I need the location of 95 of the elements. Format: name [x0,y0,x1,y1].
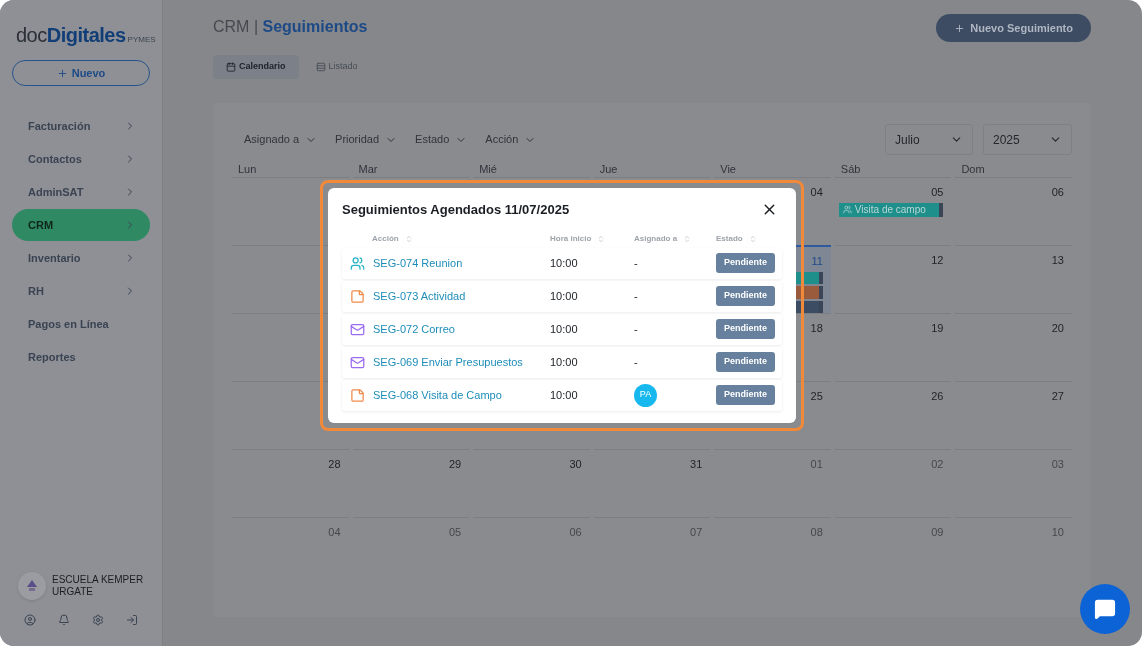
chat-icon [1094,598,1116,620]
plus-icon [56,67,68,79]
column-header[interactable]: Asignado a [634,232,678,245]
day-number[interactable]: 29 [448,456,462,473]
time-cell-text: 10:00 [550,387,579,403]
status-badge: Pendiente [716,286,775,306]
weekday-label: Sáb [839,162,862,177]
note-icon [350,387,365,403]
day-number[interactable]: 04 [810,184,823,201]
weekday-label: Lun [237,162,258,177]
sidebar-item[interactable]: RH [12,275,150,307]
people-icon [350,255,365,271]
status-badge: Pendiente [716,385,775,405]
weekday-label: Dom [960,162,986,177]
plus-icon [954,22,966,34]
filter-dropdown[interactable]: Prioridad [335,131,398,148]
column-header[interactable]: Acción [372,232,399,245]
day-number[interactable]: 04 [328,524,341,541]
rows-icon [315,62,326,72]
assignee-cell-text: - [634,255,638,271]
time-cell-text: 10:00 [550,288,579,304]
day-number[interactable]: 02 [931,456,944,473]
assignee-cell-text: - [634,354,638,370]
sidebar-item[interactable]: Reportes [12,341,150,373]
bell-icon[interactable] [58,614,70,626]
assignee-avatar: PA [634,383,657,407]
calendar-icon [226,62,236,72]
weekday-label: Jue [598,162,619,177]
status-badge: Pendiente [716,253,775,273]
day-number[interactable]: 12 [931,252,944,269]
day-number[interactable]: 13 [1051,252,1064,269]
day-number[interactable]: 25 [810,388,823,405]
day-number[interactable]: 08 [810,524,823,541]
sidebar-item[interactable]: Pagos en Línea [12,308,150,340]
day-number[interactable]: 18 [810,320,823,337]
day-number[interactable]: 20 [1051,320,1064,337]
day-number[interactable]: 31 [690,456,703,473]
sidebar-item[interactable]: Facturación [12,110,150,142]
filter-dropdown[interactable]: Acción [485,131,537,148]
school-logo-icon [25,579,39,593]
sidebar-item[interactable]: Contactos [12,143,150,175]
page-title: CRM | Seguimientos [213,17,368,37]
day-number[interactable]: 09 [931,524,944,541]
column-header[interactable]: Hora inicio [550,232,592,245]
weekday-label: Mar [357,162,379,177]
logout-icon[interactable] [126,614,138,626]
day-number[interactable]: 30 [569,456,582,473]
assignee-cell-text: - [634,321,638,337]
action-link[interactable]: SEG-068 Visita de Campo [373,386,502,404]
weekday-label: Mié [478,162,498,177]
filter-dropdown[interactable]: Estado [415,131,468,148]
people-icon [842,205,852,214]
mail-icon [350,354,365,370]
status-badge: Pendiente [716,319,775,339]
time-cell-text: 10:00 [550,321,579,337]
sidebar-item[interactable]: Inventario [12,242,150,274]
time-cell-text: 10:00 [550,354,579,370]
day-number[interactable]: 03 [1051,456,1064,473]
day-number[interactable]: 19 [931,320,944,337]
mail-icon [350,321,365,337]
day-number[interactable]: 05 [931,184,944,201]
day-number[interactable]: 05 [448,524,462,541]
calendar-event[interactable]: Visita de campo [838,202,944,217]
weekday-label: Vie [719,162,737,177]
day-number[interactable]: 06 [569,524,582,541]
month-select[interactable]: Julio [885,124,973,155]
note-icon [350,288,365,304]
filter-dropdown[interactable]: Asignado a [244,131,318,148]
new-follow-up-button[interactable]: Nuevo Seguimiento [936,14,1091,42]
view-tab[interactable]: Calendario [213,55,299,79]
time-cell-text: 10:00 [550,255,579,271]
sidebar-item[interactable]: CRM [12,209,150,241]
profile-icon[interactable] [24,614,36,626]
day-number[interactable]: 01 [810,456,823,473]
day-number[interactable]: 11 [811,253,823,270]
day-number[interactable]: 26 [931,388,944,405]
day-number[interactable]: 28 [328,456,341,473]
status-badge: Pendiente [716,352,775,372]
view-tab[interactable]: Listado [302,55,371,79]
action-link[interactable]: SEG-072 Correo [373,320,455,338]
action-link[interactable]: SEG-069 Enviar Presupuestos [373,353,523,371]
settings-icon[interactable] [92,614,104,626]
modal-title: Seguimientos Agendados 11/07/2025 [342,201,570,219]
day-number[interactable]: 27 [1051,388,1064,405]
account-name: ESCUELA KEMPER URGATE [52,574,145,598]
assignee-cell-text: - [634,288,638,304]
column-header[interactable]: Estado [716,232,743,245]
brand-logo: docDigitales PYMES [15,23,157,48]
action-link[interactable]: SEG-073 Actividad [373,287,466,305]
day-number[interactable]: 06 [1051,184,1064,201]
day-number[interactable]: 10 [1051,524,1064,541]
sidebar-item[interactable]: AdminSAT [12,176,150,208]
day-number[interactable]: 07 [690,524,703,541]
year-select[interactable]: 2025 [983,124,1072,155]
action-link[interactable]: SEG-074 Reunion [373,254,463,272]
